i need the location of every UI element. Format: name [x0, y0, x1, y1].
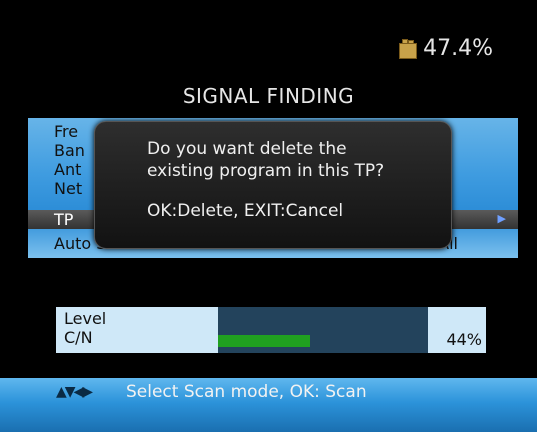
help-text: Select Scan mode, OK: Scan [126, 382, 367, 402]
level-label: Level [64, 309, 107, 328]
battery-icon [399, 38, 418, 59]
right-arrow-icon: ▶ [497, 212, 506, 225]
screen: 47.4% SIGNAL FINDING Fre Ban Ant Net TP … [0, 0, 537, 432]
menu-item-label: Ant [54, 160, 82, 179]
menu-item-label: Fre [54, 122, 79, 141]
dialog-question-line2: existing program in this TP? [147, 161, 385, 181]
battery-indicator: 47.4% [399, 36, 493, 61]
menu-item-label: Ban [54, 141, 85, 160]
help-bar: ▲▼◀▶ Select Scan mode, OK: Scan [0, 378, 537, 432]
dialog-question-line1: Do you want delete the [147, 139, 347, 159]
cn-percent: 44% [446, 330, 482, 349]
dialog-question: Do you want delete the existing program … [147, 138, 384, 182]
cn-bar-track [218, 307, 428, 353]
meter-labels: Level C/N [64, 309, 106, 347]
cn-bar-fill [218, 335, 310, 347]
confirm-dialog: Do you want delete the existing program … [94, 121, 452, 249]
navigation-arrows-icon: ▲▼◀▶ [56, 384, 93, 400]
battery-text: 47.4% [423, 36, 493, 61]
cn-label: C/N [64, 328, 93, 347]
signal-meter: Level C/N 44% [56, 307, 486, 353]
menu-item-label: TP [54, 210, 74, 229]
dialog-options[interactable]: OK:Delete, EXIT:Cancel [147, 201, 343, 221]
page-title: SIGNAL FINDING [182, 84, 355, 108]
menu-item-label: Net [54, 179, 83, 198]
